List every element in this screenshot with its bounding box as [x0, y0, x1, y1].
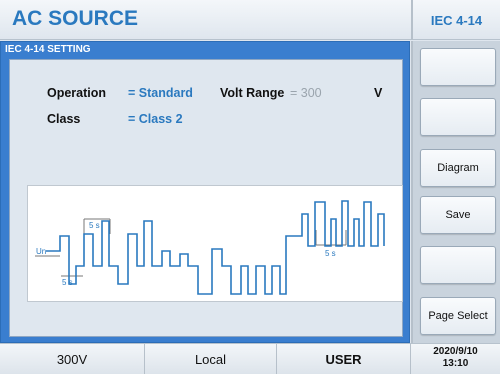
status-datetime: 2020/9/10 13:10 [411, 346, 500, 370]
status-date: 2020/9/10 [433, 346, 478, 357]
softkey-2-button[interactable] [420, 98, 496, 136]
page-select-button[interactable]: Page Select [420, 297, 496, 335]
settings-panel: IEC 4-14 SETTING Operation = Standard Vo… [0, 41, 410, 343]
softkey-1-button[interactable] [420, 48, 496, 86]
operation-label: Operation [47, 86, 107, 100]
panel-title: IEC 4-14 SETTING [5, 44, 91, 55]
time-label: 5 s [89, 221, 100, 230]
waveform-diagram: Un 5 s 5 s 5 s [27, 185, 403, 302]
status-bar: 300V Local USER 2020/9/10 13:10 [0, 343, 500, 374]
softkey-5-button[interactable] [420, 246, 496, 284]
waveform-svg: Un 5 s 5 s 5 s [35, 200, 385, 295]
save-button[interactable]: Save [420, 196, 496, 234]
class-value[interactable]: = Class 2 [128, 112, 183, 126]
status-time: 13:10 [442, 358, 469, 369]
volt-range-label: Volt Range [220, 86, 285, 100]
status-control-mode: Local [145, 344, 277, 374]
un-label: Un [36, 247, 46, 256]
title-bar: AC SOURCE IEC 4-14 [0, 0, 500, 40]
volt-unit: V [374, 86, 383, 100]
voltage-waveform-line [46, 200, 385, 295]
volt-range-value[interactable]: = 300 [290, 86, 322, 100]
time-label: 5 s [62, 278, 73, 287]
mode-title: IEC 4-14 [411, 0, 500, 40]
settings-area: Operation = Standard Volt Range = 300 V … [9, 59, 403, 337]
softkey-panel: Diagram Save Page Select [411, 41, 500, 343]
operation-value[interactable]: = Standard [128, 86, 193, 100]
class-label: Class [47, 112, 81, 126]
status-range: 300V [0, 344, 145, 374]
diagram-button[interactable]: Diagram [420, 149, 496, 187]
time-label: 5 s [325, 249, 336, 258]
status-user: USER [277, 344, 411, 374]
app-title: AC SOURCE [12, 7, 139, 30]
